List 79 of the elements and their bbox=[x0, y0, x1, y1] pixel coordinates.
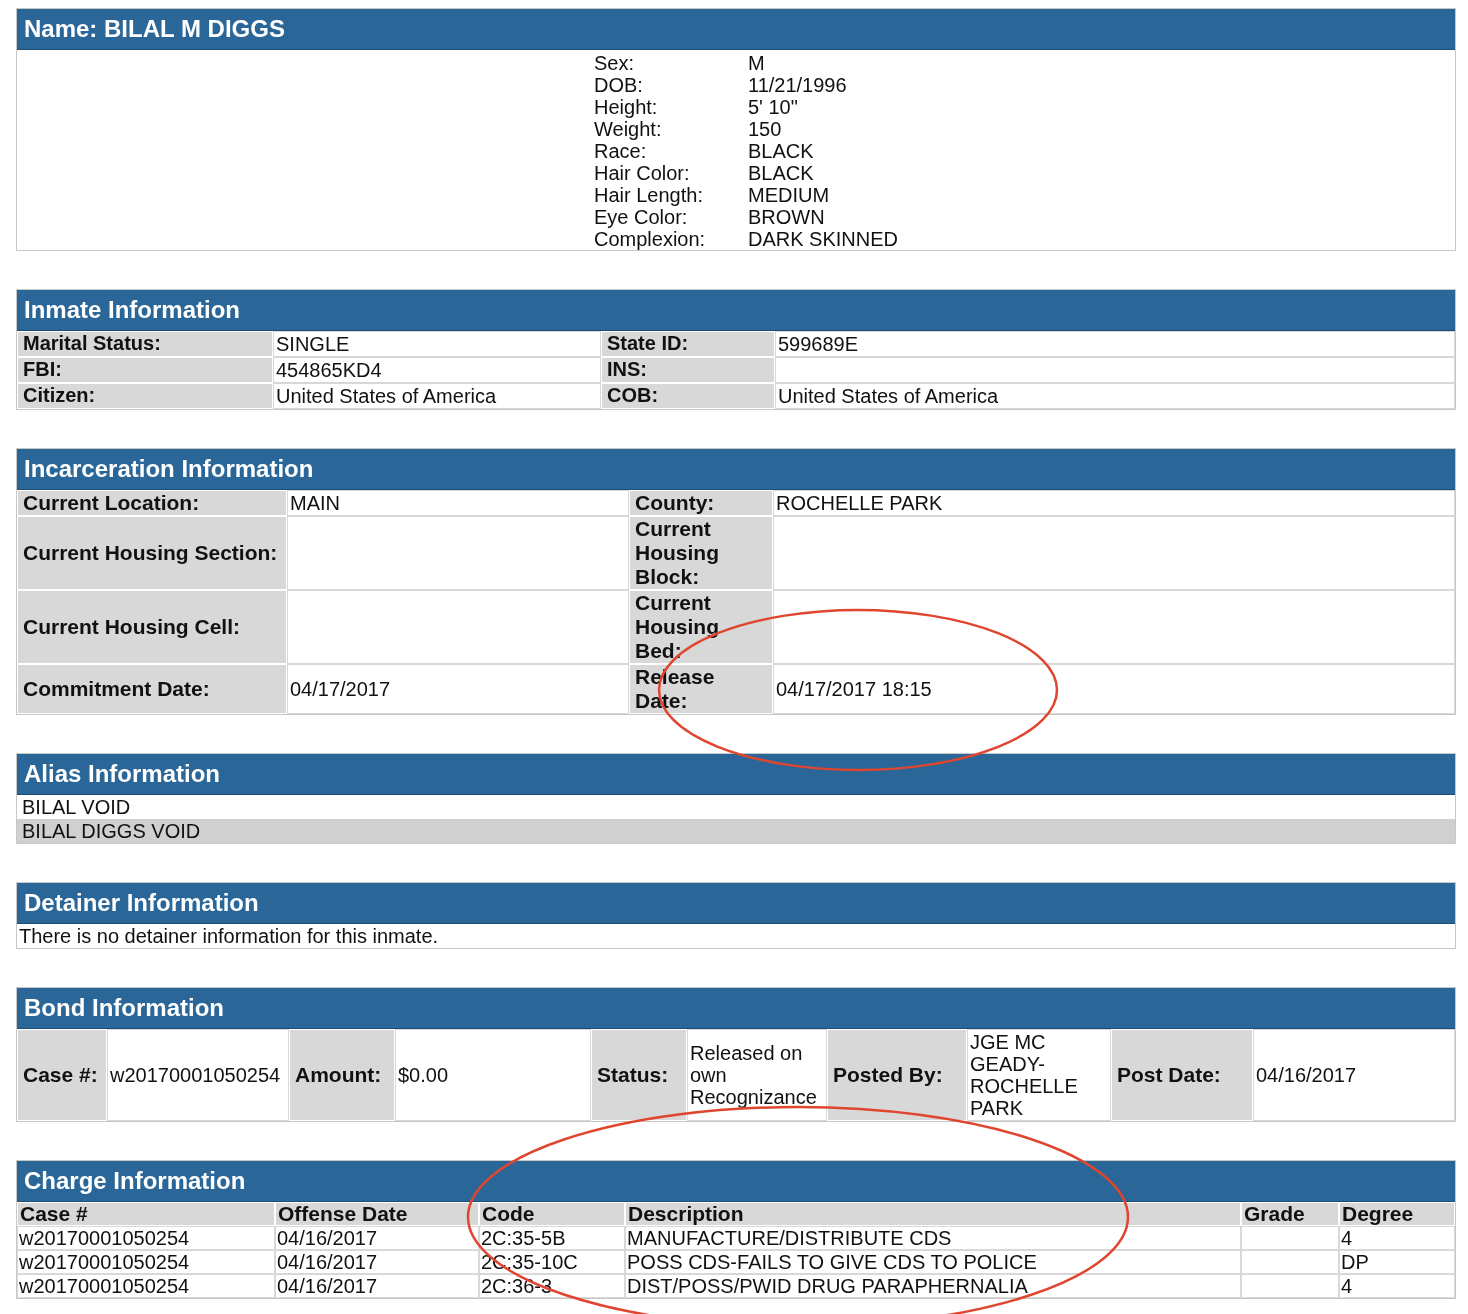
value-cell: ROCHELLE PARK bbox=[773, 490, 1455, 516]
table-cell: w20170001050254 bbox=[17, 1250, 275, 1274]
column-header: Offense Date bbox=[275, 1202, 479, 1226]
field-label: Complexion: bbox=[594, 228, 707, 250]
label-cell: State ID: bbox=[601, 331, 775, 357]
field-value: M bbox=[748, 52, 766, 74]
label-cell: Amount: bbox=[289, 1029, 395, 1121]
label-cell: County: bbox=[629, 490, 773, 516]
value-cell: 599689E bbox=[775, 331, 1455, 357]
value-cell: Released on own Recognizance bbox=[687, 1029, 827, 1121]
section-header: Alias Information bbox=[17, 754, 1455, 795]
label-cell: INS: bbox=[601, 357, 775, 383]
column-header: Degree bbox=[1339, 1202, 1455, 1226]
column-header: Description bbox=[625, 1202, 1241, 1226]
value-cell: 04/17/2017 bbox=[287, 664, 629, 714]
label-cell: COB: bbox=[601, 383, 775, 409]
label-cell: Posted By: bbox=[827, 1029, 967, 1121]
field-label: Hair Length: bbox=[594, 184, 704, 206]
label-cell: Current Housing Block: bbox=[629, 516, 773, 590]
section-header: Incarceration Information bbox=[17, 449, 1455, 490]
table-cell: w20170001050254 bbox=[17, 1226, 275, 1250]
label-cell: FBI: bbox=[17, 357, 273, 383]
field-value: 150 bbox=[748, 118, 783, 140]
column-header: Case # bbox=[17, 1202, 275, 1226]
field-value: DARK SKINNED bbox=[748, 228, 900, 250]
label-cell: Commitment Date: bbox=[17, 664, 287, 714]
table-cell: MANUFACTURE/DISTRIBUTE CDS bbox=[625, 1226, 1241, 1250]
table-cell: 04/16/2017 bbox=[275, 1226, 479, 1250]
value-cell: United States of America bbox=[273, 383, 601, 409]
value-cell: 04/16/2017 bbox=[1253, 1029, 1455, 1121]
field-value: 5' 10" bbox=[748, 96, 799, 118]
value-cell: w20170001050254 bbox=[107, 1029, 289, 1121]
label-cell: Current Housing Section: bbox=[17, 516, 287, 590]
field-label: Race: bbox=[594, 140, 648, 162]
value-cell: 04/17/2017 18:15 bbox=[773, 664, 1455, 714]
table-cell: 4 bbox=[1339, 1274, 1455, 1298]
field-label: Sex: bbox=[594, 52, 636, 74]
alias-row: BILAL DIGGS VOID bbox=[17, 819, 1455, 843]
section-header: Name: BILAL M DIGGS bbox=[17, 9, 1455, 50]
label-cell: Current Location: bbox=[17, 490, 287, 516]
alias-row-text: BILAL VOID bbox=[21, 795, 132, 819]
column-header: Code bbox=[479, 1202, 625, 1226]
value-cell: 454865KD4 bbox=[273, 357, 601, 383]
table-cell: 04/16/2017 bbox=[275, 1250, 479, 1274]
label-cell: Citizen: bbox=[17, 383, 273, 409]
column-header: Grade bbox=[1241, 1202, 1339, 1226]
field-value: BLACK bbox=[748, 140, 815, 162]
value-cell: MAIN bbox=[287, 490, 629, 516]
section-header: Detainer Information bbox=[17, 883, 1455, 924]
value-cell: JGE MC GEADY-ROCHELLE PARK bbox=[967, 1029, 1111, 1121]
field-label: Weight: bbox=[594, 118, 663, 140]
label-cell: Current Housing Cell: bbox=[17, 590, 287, 664]
table-cell: 04/16/2017 bbox=[275, 1274, 479, 1298]
section-header: Charge Information bbox=[17, 1161, 1455, 1202]
label-cell: Marital Status: bbox=[17, 331, 273, 357]
field-label: Height: bbox=[594, 96, 659, 118]
field-label: Eye Color: bbox=[594, 206, 689, 228]
table-cell: 4 bbox=[1339, 1226, 1455, 1250]
value-cell: United States of America bbox=[775, 383, 1455, 409]
table-cell: DP bbox=[1339, 1250, 1455, 1274]
label-cell: Status: bbox=[591, 1029, 687, 1121]
field-value: MEDIUM bbox=[748, 184, 831, 206]
table-cell: DIST/POSS/PWID DRUG PARAPHERNALIA bbox=[625, 1274, 1241, 1298]
value-cell: $0.00 bbox=[395, 1029, 591, 1121]
section-header: Inmate Information bbox=[17, 290, 1455, 331]
detainer-message: There is no detainer information for this inmate. bbox=[18, 924, 440, 948]
field-value: BLACK bbox=[748, 162, 815, 184]
field-label: Hair Color: bbox=[594, 162, 691, 184]
field-value: BROWN bbox=[748, 206, 826, 228]
field-label: DOB: bbox=[594, 74, 644, 96]
table-cell: w20170001050254 bbox=[17, 1274, 275, 1298]
table-cell: POSS CDS-FAILS TO GIVE CDS TO POLICE bbox=[625, 1250, 1241, 1274]
label-cell: Post Date: bbox=[1111, 1029, 1253, 1121]
table-cell: 2C:35-5B bbox=[479, 1226, 625, 1250]
value-cell: SINGLE bbox=[273, 331, 601, 357]
field-value: 11/21/1996 bbox=[748, 74, 848, 96]
section-header: Bond Information bbox=[17, 988, 1455, 1029]
label-cell: Case #: bbox=[17, 1029, 107, 1121]
label-cell: Current Housing Bed: bbox=[629, 590, 773, 664]
